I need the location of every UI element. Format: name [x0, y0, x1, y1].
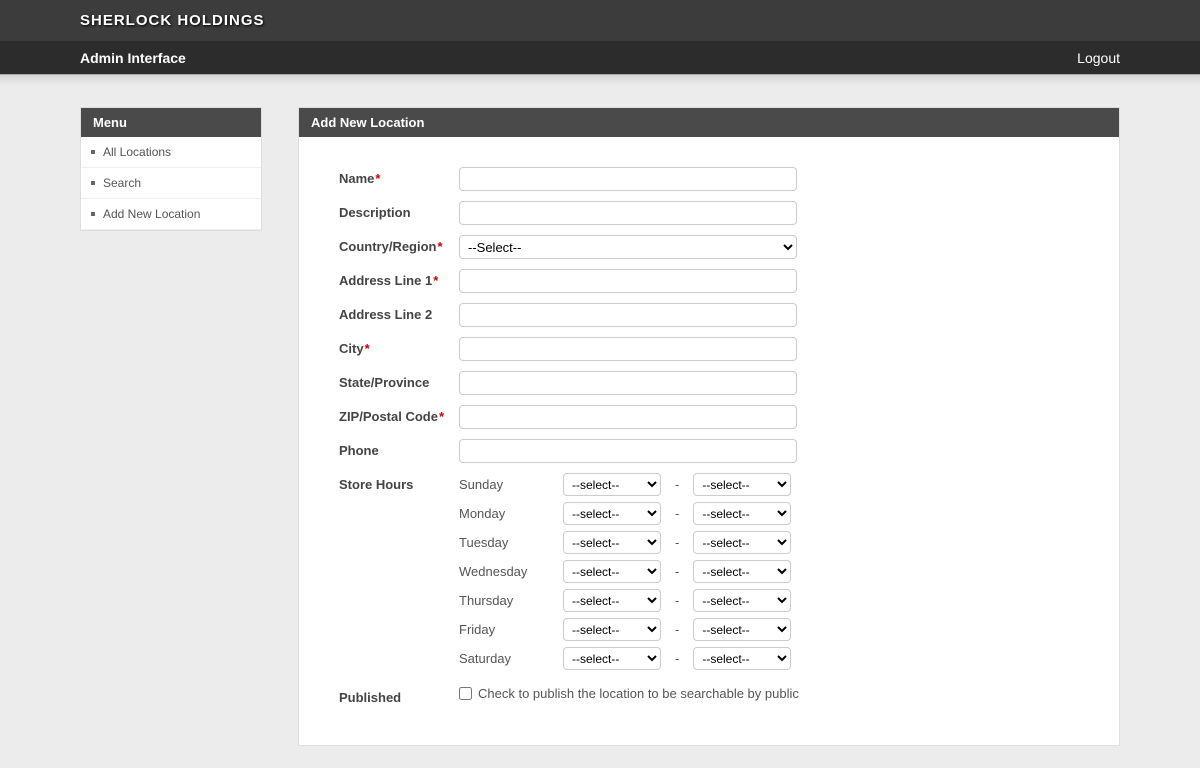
addr1-input[interactable]	[459, 269, 797, 293]
sidebar: Menu All Locations Search Add New Locati…	[80, 107, 262, 231]
hours-row-wednesday: Wednesday--select-----select--	[459, 560, 1079, 583]
hours-open-thursday[interactable]: --select--	[563, 589, 661, 612]
day-label-saturday: Saturday	[459, 651, 563, 666]
day-label-friday: Friday	[459, 622, 563, 637]
sidebar-menu: All Locations Search Add New Location	[81, 137, 261, 230]
hours-row-monday: Monday--select-----select--	[459, 502, 1079, 525]
hours-close-saturday[interactable]: --select--	[693, 647, 791, 670]
hours-dash: -	[675, 564, 679, 579]
day-label-monday: Monday	[459, 506, 563, 521]
name-input[interactable]	[459, 167, 797, 191]
label-city: City*	[339, 337, 459, 356]
sidebar-item-all-locations[interactable]: All Locations	[81, 137, 261, 168]
state-input[interactable]	[459, 371, 797, 395]
hours-row-friday: Friday--select-----select--	[459, 618, 1079, 641]
hours-row-tuesday: Tuesday--select-----select--	[459, 531, 1079, 554]
day-label-sunday: Sunday	[459, 477, 563, 492]
sidebar-item-add-new-location[interactable]: Add New Location	[81, 199, 261, 230]
day-label-thursday: Thursday	[459, 593, 563, 608]
hours-open-tuesday[interactable]: --select--	[563, 531, 661, 554]
hours-dash: -	[675, 535, 679, 550]
hours-close-friday[interactable]: --select--	[693, 618, 791, 641]
hours-close-thursday[interactable]: --select--	[693, 589, 791, 612]
hours-close-sunday[interactable]: --select--	[693, 473, 791, 496]
day-label-wednesday: Wednesday	[459, 564, 563, 579]
hours-dash: -	[675, 622, 679, 637]
hours-dash: -	[675, 506, 679, 521]
hours-close-wednesday[interactable]: --select--	[693, 560, 791, 583]
label-published: Published	[339, 686, 459, 705]
description-input[interactable]	[459, 201, 797, 225]
hours-open-sunday[interactable]: --select--	[563, 473, 661, 496]
hours-dash: -	[675, 477, 679, 492]
published-text: Check to publish the location to be sear…	[478, 686, 799, 701]
addr2-input[interactable]	[459, 303, 797, 327]
brand-title: SHERLOCK HOLDINGS	[80, 12, 265, 29]
page-header: Add New Location	[299, 108, 1119, 137]
hours-row-saturday: Saturday--select-----select--	[459, 647, 1079, 670]
label-phone: Phone	[339, 439, 459, 458]
hours-open-wednesday[interactable]: --select--	[563, 560, 661, 583]
main-panel: Add New Location Name* Description Count…	[298, 107, 1120, 746]
day-label-tuesday: Tuesday	[459, 535, 563, 550]
hours-close-monday[interactable]: --select--	[693, 502, 791, 525]
label-state: State/Province	[339, 371, 459, 390]
hours-open-monday[interactable]: --select--	[563, 502, 661, 525]
label-zip: ZIP/Postal Code*	[339, 405, 459, 424]
logout-link[interactable]: Logout	[1077, 50, 1120, 66]
label-description: Description	[339, 201, 459, 220]
phone-input[interactable]	[459, 439, 797, 463]
hours-row-thursday: Thursday--select-----select--	[459, 589, 1079, 612]
hours-dash: -	[675, 593, 679, 608]
label-country: Country/Region*	[339, 235, 459, 254]
country-select[interactable]: --Select--	[459, 235, 797, 259]
store-hours-block: Sunday--select-----select--Monday--selec…	[459, 473, 1079, 676]
city-input[interactable]	[459, 337, 797, 361]
zip-input[interactable]	[459, 405, 797, 429]
sidebar-header: Menu	[81, 108, 261, 137]
label-name: Name*	[339, 167, 459, 186]
sidebar-item-search[interactable]: Search	[81, 168, 261, 199]
hours-close-tuesday[interactable]: --select--	[693, 531, 791, 554]
hours-open-friday[interactable]: --select--	[563, 618, 661, 641]
hours-open-saturday[interactable]: --select--	[563, 647, 661, 670]
admin-interface-label: Admin Interface	[80, 50, 186, 66]
label-addr1: Address Line 1*	[339, 269, 459, 288]
label-addr2: Address Line 2	[339, 303, 459, 322]
label-hours: Store Hours	[339, 473, 459, 492]
hours-dash: -	[675, 651, 679, 666]
published-checkbox[interactable]	[459, 687, 472, 700]
hours-row-sunday: Sunday--select-----select--	[459, 473, 1079, 496]
